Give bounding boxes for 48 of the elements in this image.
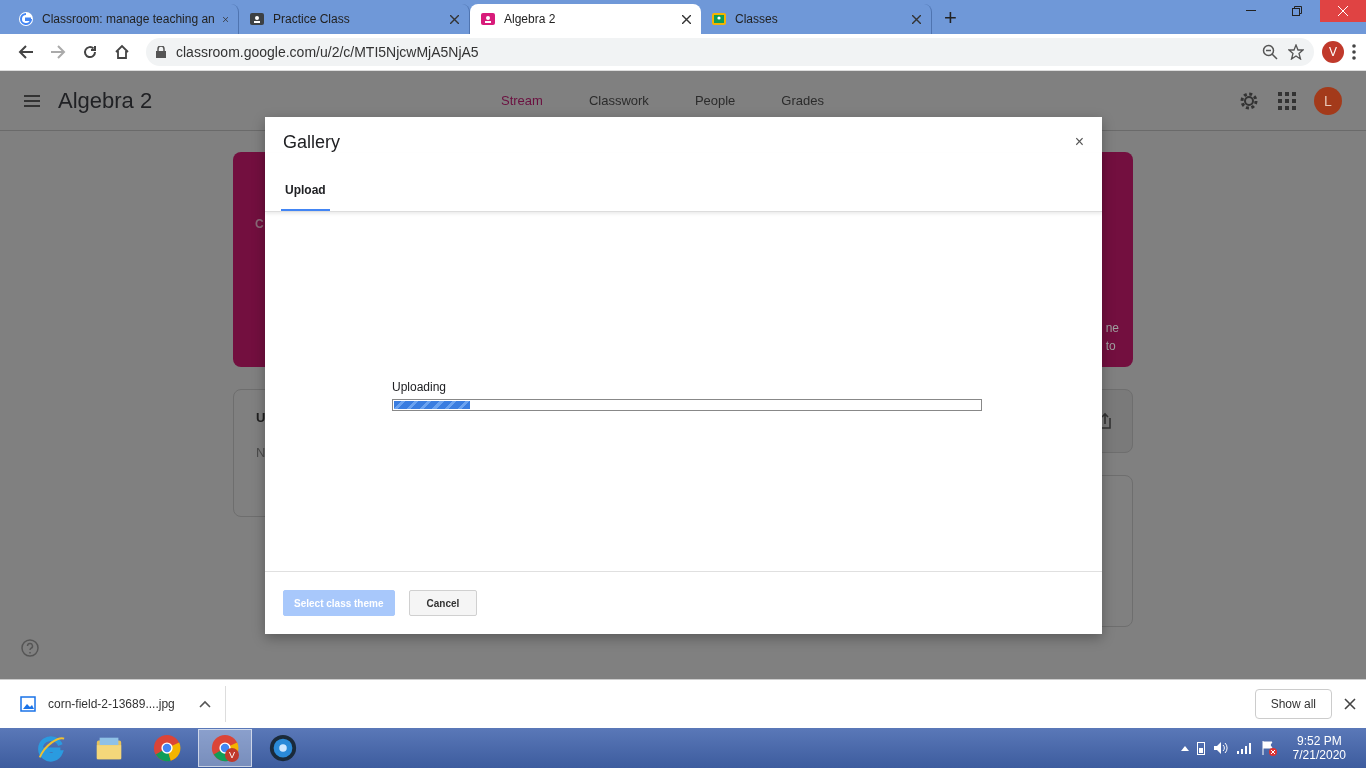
- cancel-button[interactable]: Cancel: [408, 590, 478, 616]
- flag-error-icon[interactable]: [1260, 740, 1277, 756]
- user-avatar[interactable]: L: [1314, 86, 1342, 115]
- home-icon[interactable]: [114, 44, 130, 60]
- reload-icon[interactable]: [82, 44, 98, 60]
- zoom-icon[interactable]: [1262, 44, 1278, 60]
- banner-text: ne: [1105, 321, 1119, 335]
- show-all-button[interactable]: Show all: [1254, 689, 1332, 719]
- profile-badge: V: [225, 748, 239, 762]
- clock-date: 7/21/2020: [1292, 748, 1346, 762]
- image-file-icon: [20, 696, 36, 712]
- clock[interactable]: 9:52 PM 7/21/2020: [1292, 734, 1346, 762]
- new-tab-button[interactable]: +: [944, 4, 957, 32]
- close-button[interactable]: ×: [1070, 131, 1088, 153]
- profile-avatar[interactable]: V: [1322, 41, 1344, 63]
- dialog-title: Gallery: [283, 131, 340, 153]
- close-icon[interactable]: [682, 14, 691, 24]
- banner-text: to: [1105, 339, 1117, 353]
- download-filename[interactable]: corn-field-2-13689....jpg: [48, 697, 175, 711]
- card-title: U: [256, 410, 267, 425]
- more-icon[interactable]: [1352, 44, 1356, 60]
- restore-icon[interactable]: [1292, 6, 1302, 16]
- close-icon[interactable]: [1344, 698, 1356, 710]
- chevron-up-icon[interactable]: [198, 700, 211, 708]
- lock-icon: [156, 46, 166, 58]
- classroom-icon: [480, 11, 496, 27]
- class-title: Algebra 2: [58, 87, 154, 114]
- classroom-icon: [711, 11, 727, 27]
- minimize-icon[interactable]: [1246, 10, 1256, 12]
- progress-label: Uploading: [392, 380, 448, 394]
- disc-icon: [268, 733, 298, 763]
- chrome-icon: [152, 733, 182, 763]
- address-bar[interactable]: classroom.google.com/u/2/c/MTI5NjcwMjA5NjA5: [146, 38, 1314, 66]
- back-arrow-icon[interactable]: [18, 44, 34, 60]
- classroom-icon: [249, 11, 265, 27]
- close-icon: [1338, 6, 1348, 16]
- google-icon: [18, 11, 34, 27]
- speaker-icon[interactable]: [1212, 741, 1229, 755]
- battery-icon[interactable]: [1196, 741, 1205, 755]
- clock-time: 9:52 PM: [1296, 734, 1342, 748]
- dialog-tab[interactable]: Upload: [281, 167, 330, 211]
- star-icon[interactable]: [1288, 44, 1304, 60]
- banner-subtitle: C: [255, 217, 264, 231]
- taskbar-app[interactable]: V: [198, 729, 252, 767]
- apps-grid-icon[interactable]: [1278, 91, 1296, 110]
- signal-icon[interactable]: [1236, 742, 1253, 754]
- caret-up-icon[interactable]: [1180, 745, 1189, 751]
- browser-tab[interactable]: Algebra 2: [470, 4, 701, 34]
